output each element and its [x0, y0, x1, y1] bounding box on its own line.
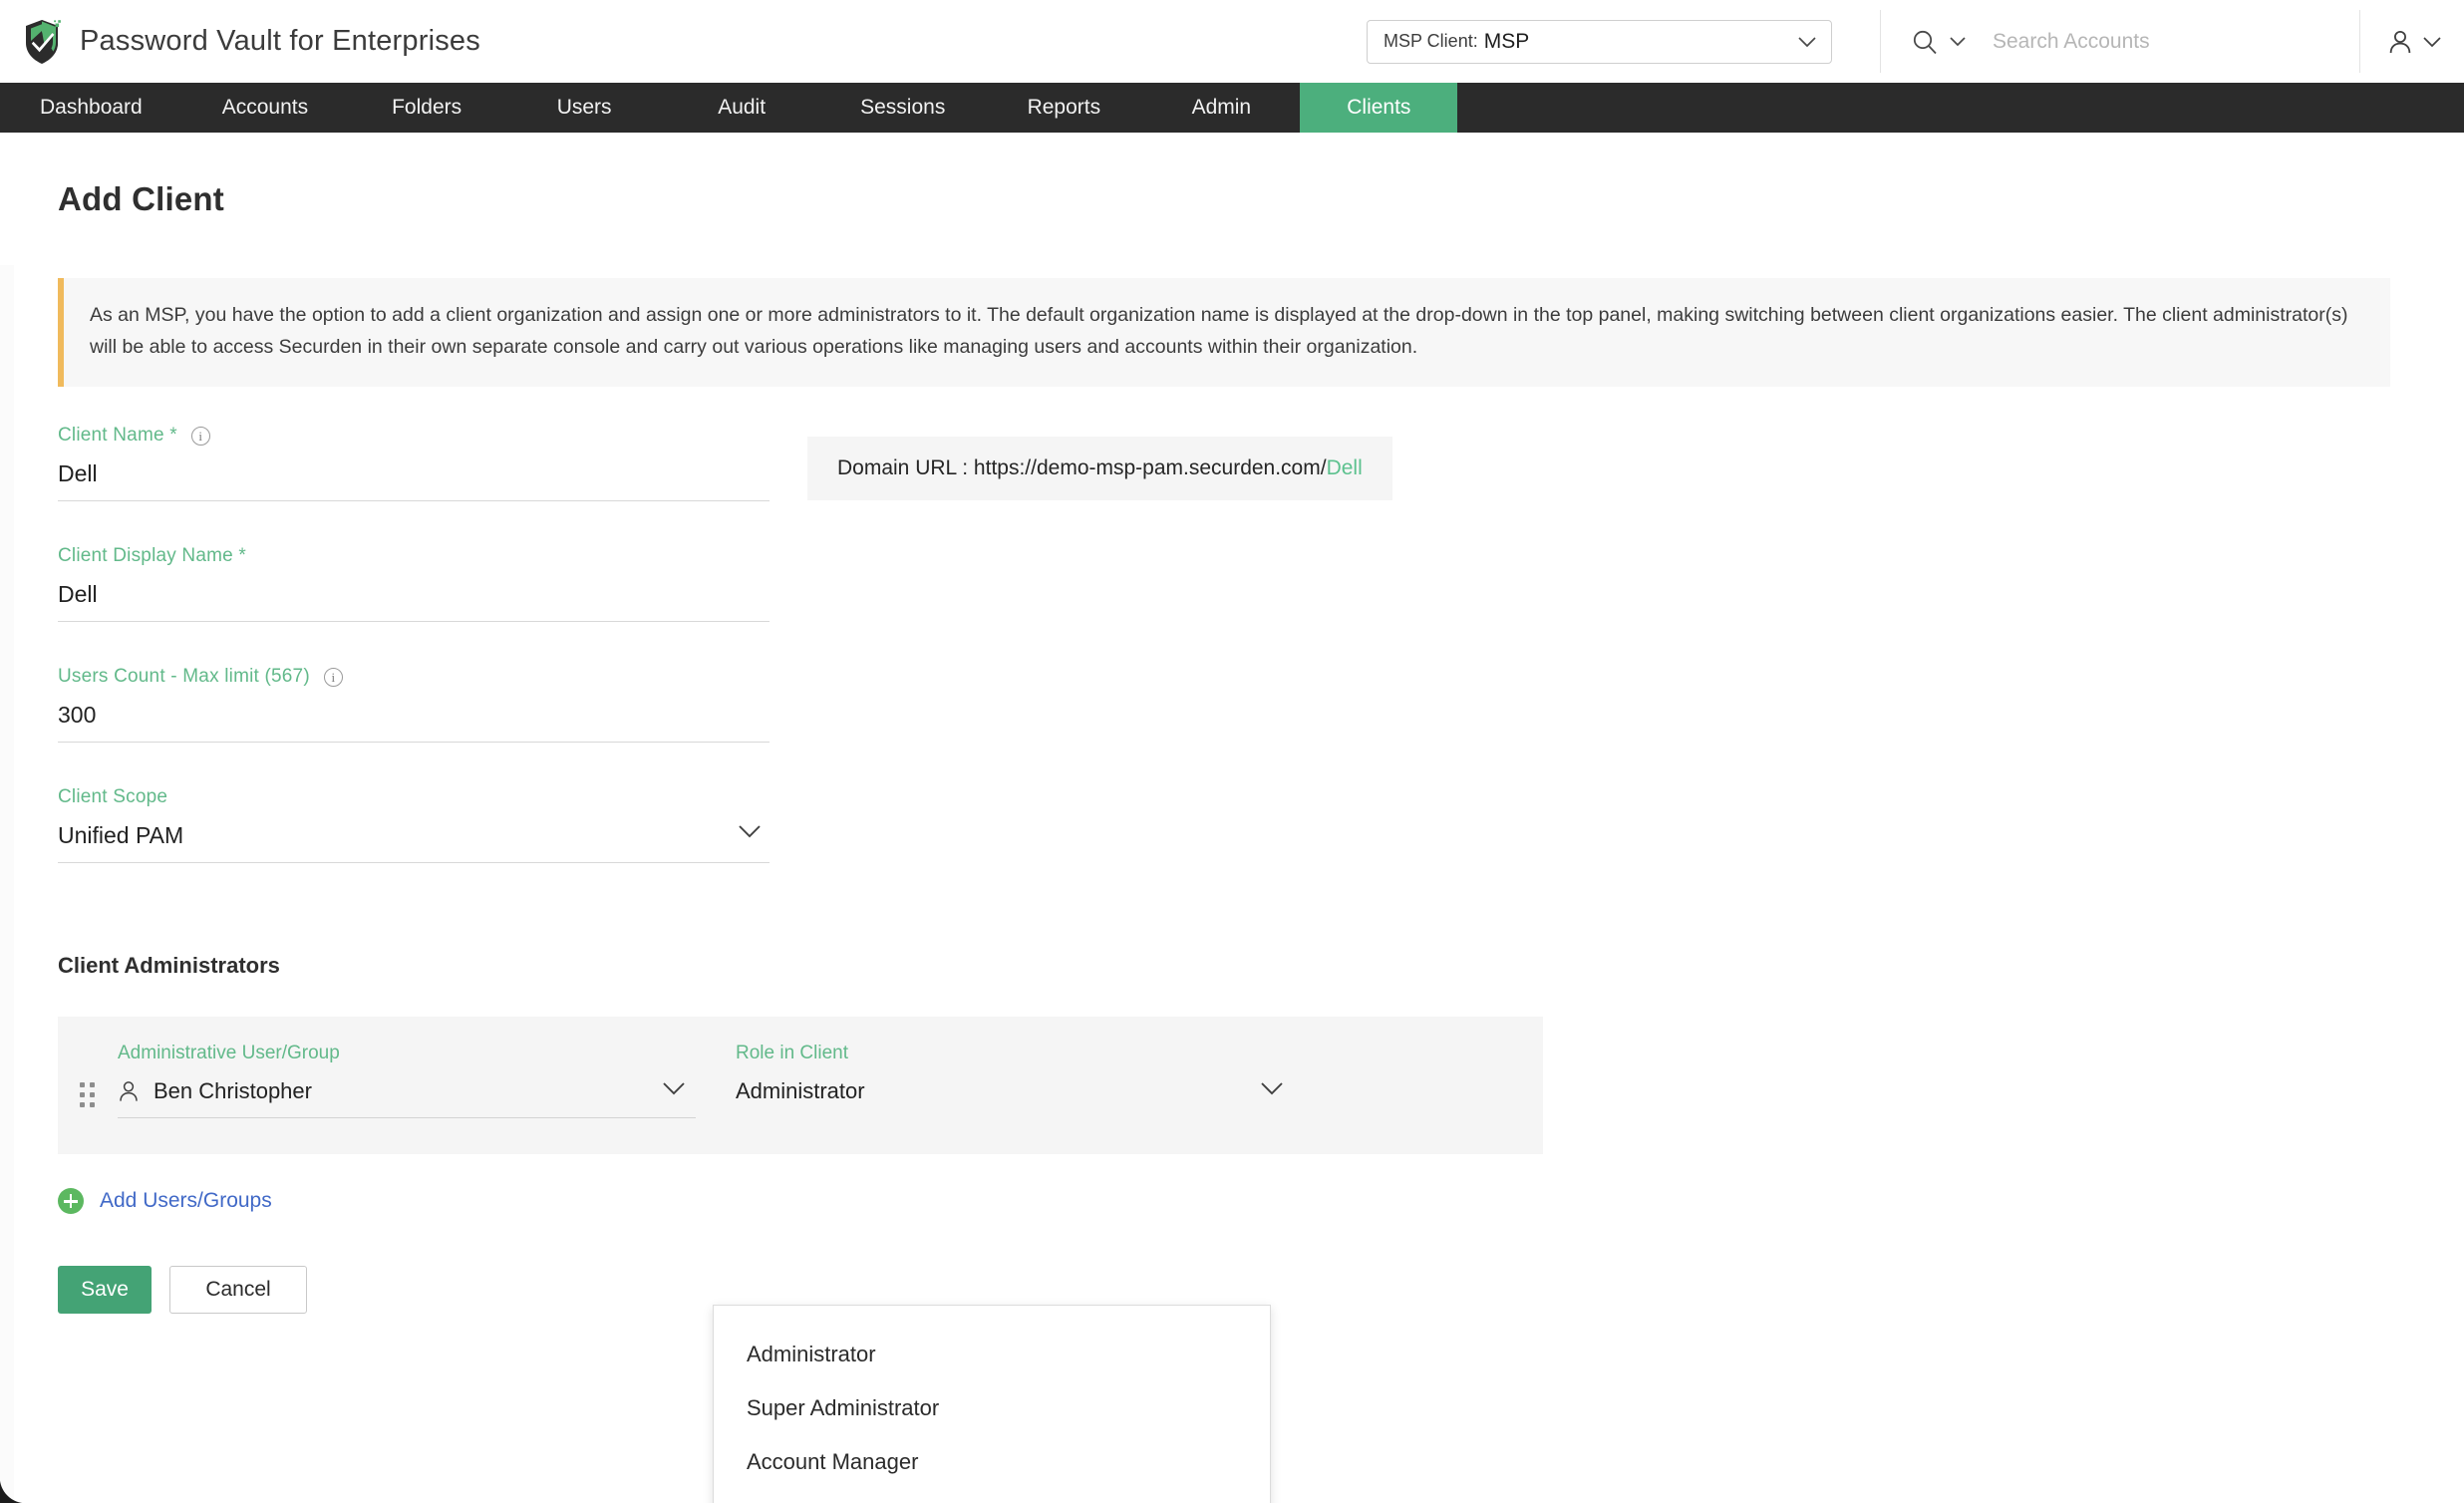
- role-in-client-select[interactable]: Administrator: [736, 1078, 1294, 1117]
- client-administrators-title: Client Administrators: [58, 953, 280, 979]
- field-client-name: Client Name * i Dell: [58, 425, 770, 502]
- msp-client-selector[interactable]: MSP Client: MSP: [1367, 19, 1832, 64]
- top-header-right: MSP Client: MSP Search Accounts: [1367, 0, 2464, 83]
- nav-item-clients[interactable]: Clients: [1300, 83, 1458, 133]
- users-count-input[interactable]: 300: [58, 702, 770, 744]
- chevron-down-icon[interactable]: [662, 1081, 686, 1095]
- administrative-user-group-field: Administrative User/Group Ben Christophe…: [118, 1043, 696, 1119]
- field-client-display-name: Client Display Name * Dell: [58, 545, 770, 623]
- search-chevron-down-icon[interactable]: [1949, 36, 1967, 47]
- top-header: Password Vault for Enterprises MSP Clien…: [0, 0, 2464, 83]
- info-icon[interactable]: i: [323, 667, 343, 687]
- chevron-down-icon[interactable]: [738, 824, 762, 838]
- client-name-input[interactable]: Dell: [58, 460, 770, 502]
- nav-item-audit[interactable]: Audit: [663, 83, 820, 133]
- user-chevron-down-icon: [2423, 36, 2441, 47]
- drag-handle-icon[interactable]: [80, 1082, 106, 1108]
- role-in-client-dropdown-menu: Administrator Super Administrator Accoun…: [713, 1305, 1271, 1503]
- info-icon[interactable]: i: [190, 426, 210, 446]
- search-icon[interactable]: [1911, 28, 1939, 56]
- users-count-label: Users Count - Max limit (567): [58, 666, 310, 688]
- user-menu[interactable]: [2360, 0, 2464, 83]
- dropdown-option-account-manager[interactable]: Account Manager: [714, 1435, 1270, 1489]
- user-icon: [2389, 30, 2411, 53]
- chevron-down-icon[interactable]: [1260, 1081, 1284, 1095]
- add-client-form: Client Name * i Dell Domain URL : https:…: [0, 425, 2464, 1315]
- dropdown-option-super-administrator[interactable]: Super Administrator: [714, 1381, 1270, 1435]
- brand-title: Password Vault for Enterprises: [80, 25, 480, 57]
- domain-url-prefix: Domain URL : https://demo-msp-pam.securd…: [837, 456, 1327, 480]
- add-users-groups-label: Add Users/Groups: [100, 1189, 272, 1213]
- page-title: Add Client: [58, 180, 224, 217]
- info-banner: As an MSP, you have the option to add a …: [58, 278, 2390, 388]
- msp-client-label: MSP Client:: [1384, 31, 1478, 51]
- nav-item-accounts[interactable]: Accounts: [182, 83, 348, 133]
- field-client-scope: Client Scope Unified PAM: [58, 786, 770, 864]
- user-icon: [120, 1081, 138, 1101]
- dropdown-option-auditor[interactable]: Auditor: [714, 1489, 1270, 1503]
- search-area[interactable]: Search Accounts: [1881, 0, 2359, 83]
- chevron-down-icon: [1798, 36, 1816, 47]
- nav-item-sessions[interactable]: Sessions: [820, 83, 985, 133]
- search-input[interactable]: Search Accounts: [1993, 30, 2150, 54]
- nav-item-admin[interactable]: Admin: [1142, 83, 1300, 133]
- client-display-name-input[interactable]: Dell: [58, 581, 770, 623]
- nav-item-users[interactable]: Users: [505, 83, 663, 133]
- nav-item-reports[interactable]: Reports: [985, 83, 1142, 133]
- page-content: Add Client As an MSP, you have the optio…: [0, 133, 2464, 1503]
- window-corner: [0, 1477, 26, 1503]
- main-navigation: Dashboard Accounts Folders Users Audit S…: [0, 83, 2464, 133]
- plus-circle-icon: [58, 1188, 84, 1215]
- msp-client-value: MSP: [1483, 29, 1530, 53]
- shield-check-icon: [26, 19, 61, 64]
- client-display-name-label-row: Client Display Name *: [58, 545, 770, 567]
- add-users-groups-button[interactable]: Add Users/Groups: [58, 1188, 272, 1215]
- users-count-label-row: Users Count - Max limit (567) i: [58, 666, 770, 688]
- brand: Password Vault for Enterprises: [0, 19, 480, 65]
- info-banner-text: As an MSP, you have the option to add a …: [90, 304, 2348, 358]
- client-scope-label-row: Client Scope: [58, 786, 770, 808]
- domain-url-box: Domain URL : https://demo-msp-pam.securd…: [807, 437, 1392, 501]
- role-in-client-value: Administrator: [736, 1078, 865, 1104]
- client-scope-label: Client Scope: [58, 786, 168, 808]
- domain-url-client: Dell: [1326, 456, 1363, 480]
- administrative-user-group-select[interactable]: Ben Christopher: [118, 1078, 696, 1119]
- client-administrator-row: Administrative User/Group Ben Christophe…: [58, 1017, 1543, 1155]
- client-scope-select[interactable]: Unified PAM: [58, 822, 770, 864]
- administrative-user-group-label: Administrative User/Group: [118, 1043, 340, 1064]
- client-name-label-row: Client Name * i: [58, 425, 770, 447]
- nav-item-dashboard[interactable]: Dashboard: [0, 83, 182, 133]
- administrative-user-group-value: Ben Christopher: [154, 1078, 312, 1104]
- save-button[interactable]: Save: [58, 1266, 152, 1315]
- client-name-label: Client Name *: [58, 425, 177, 447]
- field-users-count: Users Count - Max limit (567) i 300: [58, 666, 770, 744]
- client-display-name-label: Client Display Name *: [58, 545, 246, 567]
- dropdown-option-administrator[interactable]: Administrator: [714, 1328, 1270, 1381]
- nav-item-folders[interactable]: Folders: [348, 83, 505, 133]
- role-in-client-label: Role in Client: [736, 1043, 848, 1064]
- cancel-button[interactable]: Cancel: [169, 1266, 307, 1315]
- role-in-client-field: Role in Client Administrator: [736, 1043, 1294, 1117]
- client-scope-value: Unified PAM: [58, 822, 184, 849]
